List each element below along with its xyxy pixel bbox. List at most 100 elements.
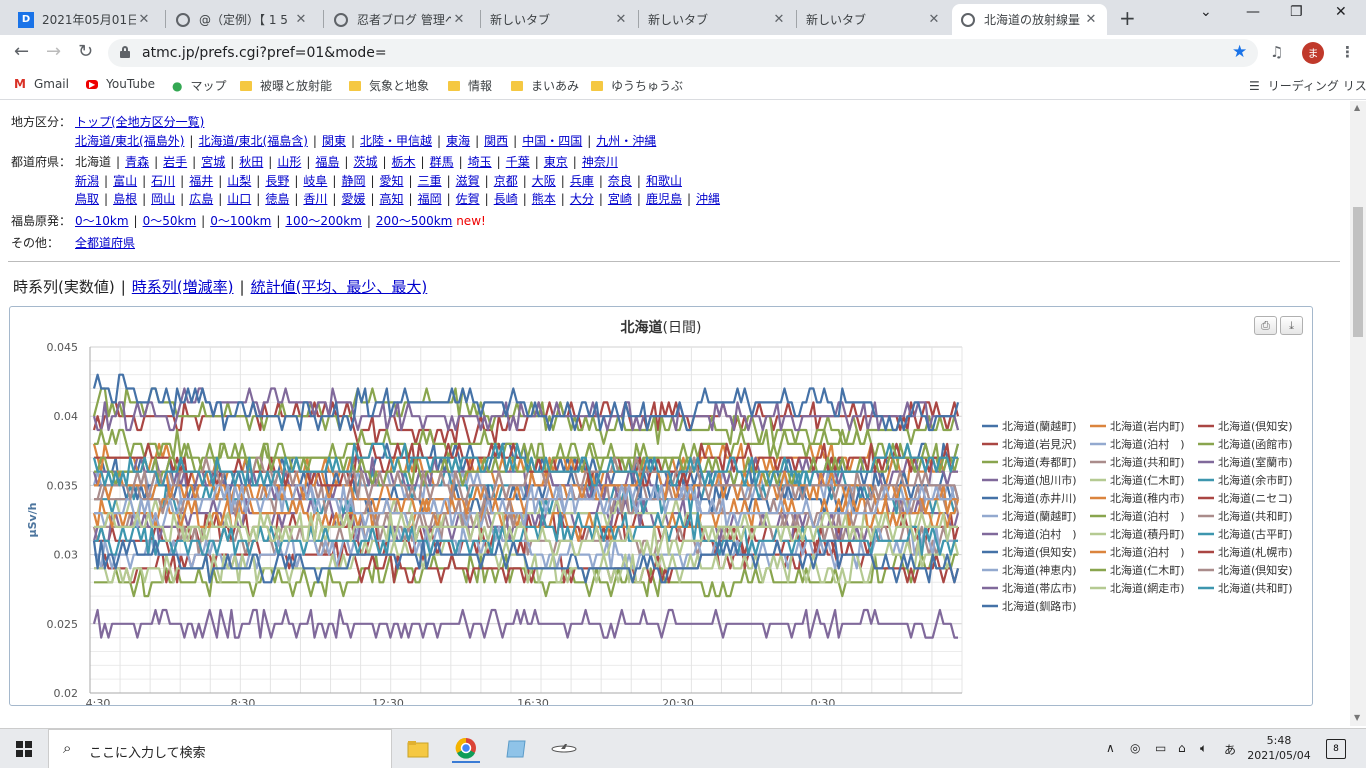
meet-now-icon[interactable]: ◎ xyxy=(1130,741,1140,755)
browser-tab[interactable]: 新しいタブ ✕ xyxy=(640,4,795,35)
prefecture-link[interactable]: 埼玉 xyxy=(468,155,492,169)
prefecture-link[interactable]: 沖縄 xyxy=(696,192,720,206)
view-statistics-link[interactable]: 統計値(平均、最少、最大) xyxy=(251,278,428,296)
fukushima-range-link[interactable]: 0〜50km xyxy=(143,214,197,228)
legend-item[interactable]: 北海道(岩内町) xyxy=(1110,419,1185,433)
prefecture-link[interactable]: 福井 xyxy=(189,174,213,188)
prefecture-link[interactable]: 三重 xyxy=(418,174,442,188)
region-link[interactable]: 中国・四国 xyxy=(522,134,582,148)
region-link[interactable]: 北陸・甲信越 xyxy=(360,134,432,148)
bookmark-folder[interactable]: ゆうちゅうぶ xyxy=(591,77,683,94)
region-link[interactable]: 九州・沖縄 xyxy=(596,134,656,148)
prefecture-link[interactable]: 鳥取 xyxy=(75,192,99,206)
legend-item[interactable]: 北海道(共和町) xyxy=(1218,581,1293,595)
prefecture-link[interactable]: 福岡 xyxy=(418,192,442,206)
close-window-icon[interactable]: ✕ xyxy=(1335,4,1347,20)
prefecture-link[interactable]: 熊本 xyxy=(532,192,556,206)
prefecture-link[interactable]: 鹿児島 xyxy=(646,192,682,206)
prefecture-link[interactable]: 広島 xyxy=(189,192,213,206)
legend-item[interactable]: 北海道(神恵内) xyxy=(1002,563,1077,577)
view-change-rate-link[interactable]: 時系列(増減率) xyxy=(132,278,234,296)
new-tab-icon[interactable]: + xyxy=(1119,6,1136,30)
legend-item[interactable]: 北海道(仁木町) xyxy=(1110,473,1185,487)
url-text[interactable]: atmc.jp/prefs.cgi?pref=01&mode= xyxy=(142,45,387,61)
legend-item[interactable]: 北海道(倶知安) xyxy=(1002,545,1077,559)
prefecture-link[interactable]: 宮城 xyxy=(201,155,225,169)
prefecture-link[interactable]: 大分 xyxy=(570,192,594,206)
legend-item[interactable]: 北海道(函館市) xyxy=(1218,437,1293,451)
region-link[interactable]: 関東 xyxy=(322,134,346,148)
close-tab-icon[interactable]: ✕ xyxy=(613,12,629,27)
prefecture-link[interactable]: 香川 xyxy=(303,192,327,206)
bookmark-maps[interactable]: ● マップ xyxy=(172,77,227,94)
browser-tab[interactable]: 新しいタブ ✕ xyxy=(798,4,950,35)
page-scrollbar[interactable]: ▲ ▼ xyxy=(1350,101,1366,726)
legend-item[interactable]: 北海道(網走市) xyxy=(1110,581,1185,595)
region-link[interactable]: 東海 xyxy=(446,134,470,148)
tab-search-icon[interactable]: ⌄ xyxy=(1200,4,1212,20)
legend-item[interactable]: 北海道(赤井川) xyxy=(1002,491,1077,505)
prefecture-link[interactable]: 秋田 xyxy=(239,155,263,169)
bookmark-gmail[interactable]: M Gmail xyxy=(14,77,69,91)
maximize-icon[interactable]: ❐ xyxy=(1290,4,1303,20)
close-tab-icon[interactable]: ✕ xyxy=(1083,12,1099,27)
prefecture-link[interactable]: 福島 xyxy=(315,155,339,169)
bookmark-folder[interactable]: まいあみ xyxy=(511,77,579,94)
taskbar-search[interactable]: ⌕ ここに入力して検索 xyxy=(48,729,392,768)
prefecture-link[interactable]: 高知 xyxy=(380,192,404,206)
prefecture-link[interactable]: 愛知 xyxy=(380,174,404,188)
legend-item[interactable]: 北海道(寿都町) xyxy=(1002,455,1077,469)
prefecture-link[interactable]: 長野 xyxy=(265,174,289,188)
bookmark-folder[interactable]: 情報 xyxy=(448,77,492,94)
legend-item[interactable]: 北海道(倶知安) xyxy=(1218,419,1293,433)
forward-icon[interactable]: → xyxy=(46,41,61,62)
region-link[interactable]: 北海道/東北(福島外) xyxy=(75,134,184,148)
prefecture-link[interactable]: 群馬 xyxy=(430,155,454,169)
close-tab-icon[interactable]: ✕ xyxy=(451,12,467,27)
print-icon[interactable]: ⎙ xyxy=(1254,316,1277,335)
legend-item[interactable]: 北海道(稚内市) xyxy=(1110,491,1185,505)
prefecture-link[interactable]: 静岡 xyxy=(341,174,365,188)
prefecture-link[interactable]: 宮崎 xyxy=(608,192,632,206)
network-icon[interactable]: ⌂ xyxy=(1178,741,1186,755)
legend-item[interactable]: 北海道(釧路市) xyxy=(1002,599,1077,613)
legend-item[interactable]: 北海道(帯広市) xyxy=(1002,581,1077,595)
prefecture-link[interactable]: 山形 xyxy=(277,155,301,169)
region-link[interactable]: 関西 xyxy=(484,134,508,148)
legend-item[interactable]: 北海道(旭川市) xyxy=(1002,473,1077,487)
fukushima-range-link[interactable]: 100〜200km xyxy=(285,214,361,228)
bookmark-star-icon[interactable]: ★ xyxy=(1232,42,1247,62)
prefecture-link[interactable]: 和歌山 xyxy=(646,174,682,188)
close-tab-icon[interactable]: ✕ xyxy=(926,12,942,27)
windows-start-icon[interactable] xyxy=(16,741,32,757)
prefecture-link[interactable]: 新潟 xyxy=(75,174,99,188)
volume-icon[interactable]: 🔈︎ xyxy=(1200,741,1207,756)
prefecture-link[interactable]: 滋賀 xyxy=(456,174,480,188)
legend-item[interactable]: 北海道(共和町) xyxy=(1218,509,1293,523)
scrollbar-thumb[interactable] xyxy=(1353,207,1363,337)
legend-item[interactable]: 北海道(余市町) xyxy=(1218,473,1293,487)
airplane-app-icon[interactable] xyxy=(550,735,578,763)
file-explorer-icon[interactable] xyxy=(404,735,432,763)
media-control-icon[interactable]: ♫ xyxy=(1270,43,1283,61)
system-clock[interactable]: 5:48 2021/05/04 xyxy=(1244,733,1314,763)
prefecture-link[interactable]: 兵庫 xyxy=(570,174,594,188)
prefecture-link[interactable]: 茨城 xyxy=(353,155,377,169)
prefecture-link[interactable]: 徳島 xyxy=(265,192,289,206)
prefecture-link[interactable]: 長崎 xyxy=(494,192,518,206)
fukushima-range-link[interactable]: 0〜10km xyxy=(75,214,129,228)
legend-item[interactable]: 北海道(泊村 ) xyxy=(1110,437,1185,451)
notification-icon[interactable]: 8 xyxy=(1326,739,1346,759)
bookmark-folder[interactable]: 気象と地象 xyxy=(349,77,429,94)
back-icon[interactable]: ← xyxy=(14,41,29,62)
chrome-icon[interactable] xyxy=(452,735,480,763)
prefecture-link[interactable]: 岐阜 xyxy=(303,174,327,188)
prefecture-link[interactable]: 富山 xyxy=(113,174,137,188)
bookmark-youtube[interactable]: ▶ YouTube xyxy=(86,77,155,91)
browser-tab-active[interactable]: 北海道の放射線量 ✕ xyxy=(952,4,1107,35)
legend-item[interactable]: 北海道(倶知安) xyxy=(1218,563,1293,577)
legend-item[interactable]: 北海道(仁木町) xyxy=(1110,563,1185,577)
close-tab-icon[interactable]: ✕ xyxy=(136,12,152,27)
prefecture-link[interactable]: 佐賀 xyxy=(456,192,480,206)
fukushima-range-link[interactable]: 200〜500km xyxy=(376,214,452,228)
